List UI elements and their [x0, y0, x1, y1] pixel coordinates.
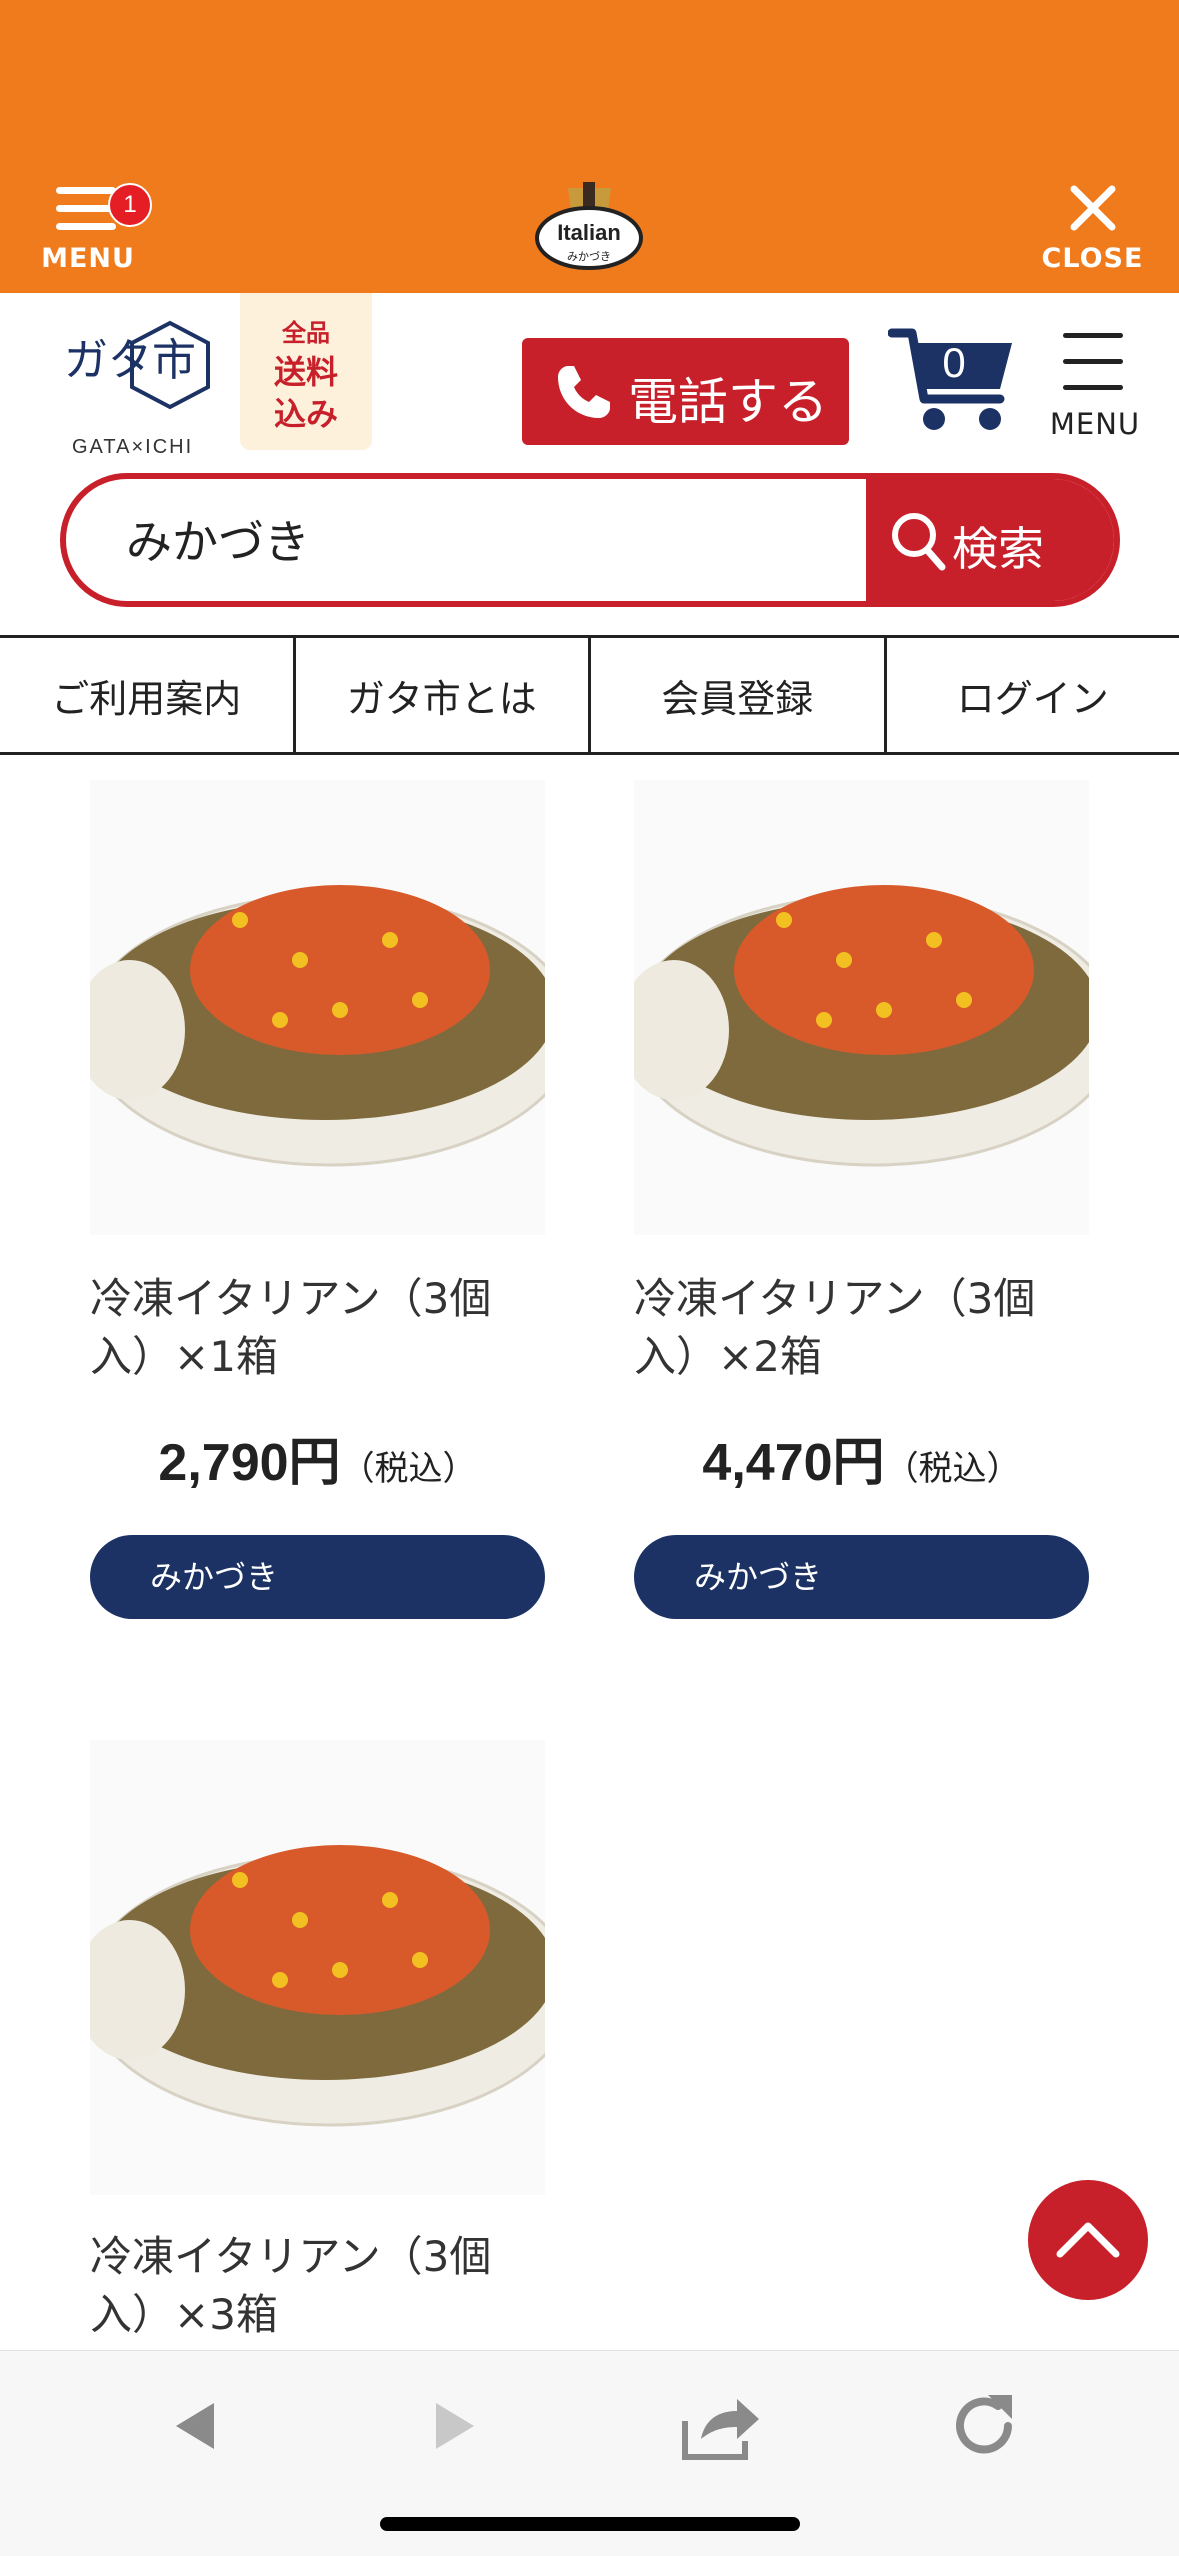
reload-icon	[956, 2395, 1012, 2454]
svg-text:Italian: Italian	[557, 220, 621, 245]
price-tax-note: （税込）	[884, 1449, 1021, 1489]
back-button[interactable]	[150, 2381, 240, 2471]
home-indicator	[380, 2517, 800, 2531]
product-name[interactable]: 冷凍イタリアン（3個入）×3箱	[90, 2228, 545, 2344]
svg-text:みかづき: みかづき	[567, 250, 611, 263]
search-button-label: 検索	[952, 522, 1044, 576]
product-image[interactable]	[90, 780, 545, 1235]
free-shipping-line2: 送料	[273, 353, 338, 391]
phone-icon	[558, 366, 610, 418]
free-shipping-line1: 全品	[282, 319, 330, 347]
reload-button[interactable]	[940, 2381, 1030, 2471]
search-button[interactable]: 検索	[866, 479, 1114, 601]
header-menu-label: MENU	[1049, 407, 1141, 441]
maker-tag[interactable]: みかづき	[634, 1535, 1089, 1619]
svg-text:GATA×ICHI: GATA×ICHI	[72, 436, 193, 458]
product-price: 4,470円（税込）	[634, 1420, 1089, 1495]
topbar-menu-button[interactable]: 1 MENU	[38, 183, 152, 285]
gataichi-logo[interactable]: ガタ市 GATA×ICHI	[58, 315, 228, 465]
nav-item-guide[interactable]: ご利用案内	[0, 638, 296, 752]
share-icon	[682, 2399, 759, 2460]
price-tax-note: （税込）	[340, 1449, 477, 1489]
close-label: CLOSE	[1041, 243, 1144, 274]
price-amount: 2,790円	[158, 1434, 341, 1492]
search-icon	[892, 513, 946, 571]
cart-button[interactable]: 0	[887, 323, 1018, 438]
site-header: ガタ市 GATA×ICHI 全品 送料 込み 電話する 0 MENU みかづき …	[0, 293, 1179, 633]
scroll-to-top-button[interactable]	[1028, 2180, 1148, 2300]
nav-item-login[interactable]: ログイン	[887, 638, 1179, 752]
forward-arrow-icon	[436, 2403, 474, 2449]
app-top-bar: 1 MENU Italian みかづき CLOSE	[0, 0, 1179, 293]
chevron-up-icon	[1056, 2222, 1120, 2258]
call-button[interactable]: 電話する	[522, 338, 849, 445]
nav-item-about[interactable]: ガタ市とは	[296, 638, 591, 752]
price-amount: 4,470円	[702, 1434, 885, 1492]
search-bar: 検索	[60, 473, 1120, 607]
main-nav: ご利用案内 ガタ市とは 会員登録 ログイン	[0, 635, 1179, 755]
product-image[interactable]	[90, 1740, 545, 2195]
notification-badge: 1	[108, 183, 152, 227]
share-button[interactable]	[675, 2381, 765, 2471]
hamburger-icon	[56, 185, 116, 231]
free-shipping-badge: 全品 送料 込み	[240, 293, 372, 450]
close-icon	[1070, 185, 1116, 231]
header-menu-button[interactable]: MENU	[1045, 333, 1145, 443]
product-name[interactable]: 冷凍イタリアン（3個入）×2箱	[634, 1270, 1089, 1386]
close-button[interactable]: CLOSE	[1035, 185, 1150, 285]
back-arrow-icon	[176, 2403, 214, 2449]
product-price: 2,790円（税込）	[90, 1420, 545, 1495]
italian-logo: Italian みかづき	[533, 180, 645, 272]
product-name[interactable]: 冷凍イタリアン（3個入）×1箱	[90, 1270, 545, 1386]
svg-text:ガタ市: ガタ市	[64, 335, 196, 386]
free-shipping-line3: 込み	[273, 395, 338, 433]
forward-button[interactable]	[410, 2381, 500, 2471]
nav-item-register[interactable]: 会員登録	[591, 638, 887, 752]
maker-tag[interactable]: みかづき	[90, 1535, 545, 1619]
search-input[interactable]	[126, 499, 866, 579]
call-button-label: 電話する	[628, 373, 828, 431]
product-image[interactable]	[634, 780, 1089, 1235]
topbar-menu-label: MENU	[41, 243, 135, 274]
cart-count: 0	[942, 339, 966, 386]
browser-toolbar	[0, 2350, 1179, 2556]
